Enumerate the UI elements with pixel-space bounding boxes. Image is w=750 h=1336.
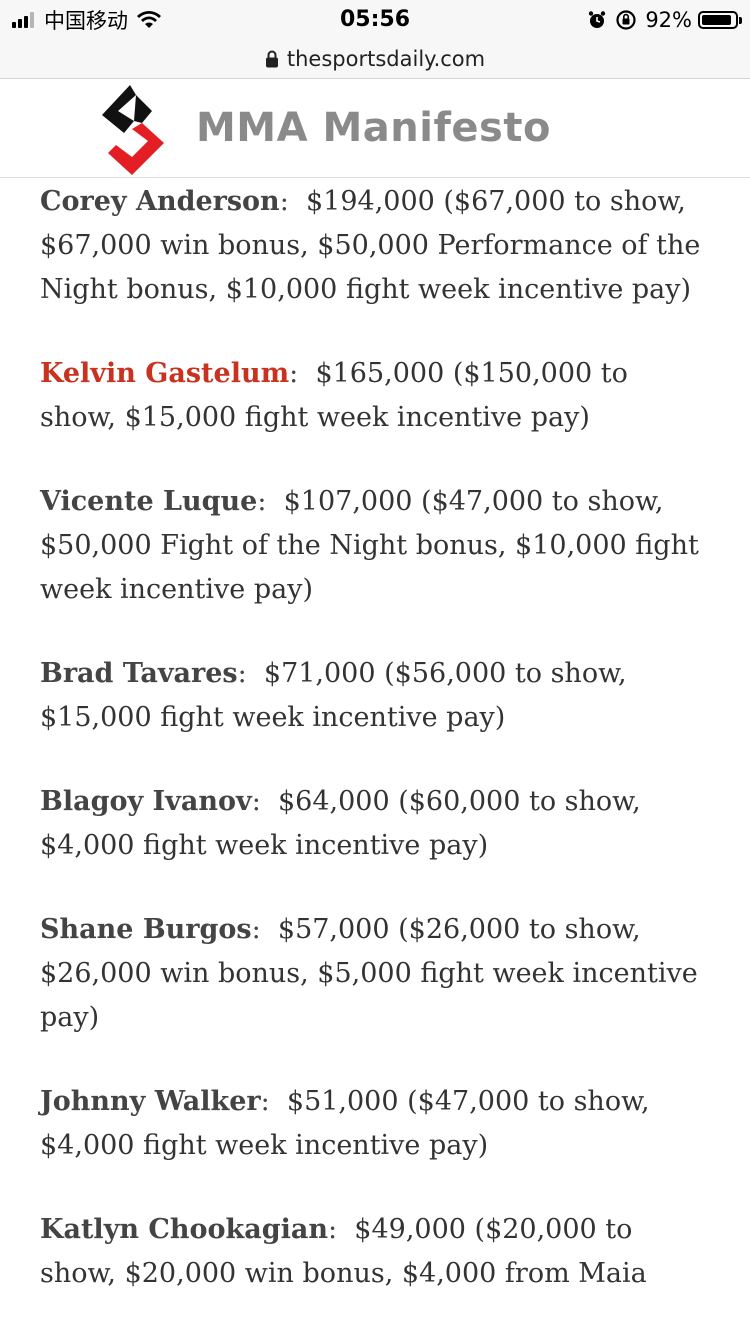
alarm-icon (589, 11, 606, 28)
orientation-lock-icon (616, 10, 636, 30)
payout-entry: Kelvin Gastelum: $165,000 ($150,000 to s… (40, 358, 628, 433)
article-body: Corey Anderson: $194,000 ($67,000 to sho… (40, 180, 710, 1336)
site-brand-title[interactable]: MMA Manifesto (196, 105, 551, 151)
url-text: thesportsdaily.com (286, 47, 486, 71)
fighter-name: Vicente Luque (40, 486, 258, 517)
fighter-name: Shane Burgos (40, 914, 252, 945)
fighter-name: Blagoy Ivanov (40, 786, 252, 817)
status-bar: 中国移动 05:56 92% (0, 0, 750, 40)
battery-fill (702, 15, 731, 25)
payout-entry: Katlyn Chookagian: $49,000 ($20,000 to s… (40, 1214, 647, 1289)
address-bar[interactable]: thesportsdaily.com (0, 40, 750, 79)
fighter-name: Corey Anderson (40, 186, 280, 217)
battery-icon (698, 11, 742, 29)
fighter-name: Brad Tavares (40, 658, 238, 689)
payout-entry: Vicente Luque: $107,000 ($47,000 to show… (40, 486, 699, 605)
site-header: MMA Manifesto (0, 79, 750, 178)
lock-icon (265, 50, 278, 68)
payout-entry: Corey Anderson: $194,000 ($67,000 to sho… (40, 186, 701, 305)
fighter-name: Johnny Walker (40, 1086, 261, 1117)
status-right: 92% (579, 7, 742, 33)
payout-entry: Brad Tavares: $71,000 ($56,000 to show, … (40, 658, 627, 733)
fighter-name-link[interactable]: Kelvin Gastelum (40, 358, 289, 389)
fighter-name: Katlyn Chookagian (40, 1214, 329, 1245)
mma-manifesto-logo-icon[interactable] (96, 83, 170, 177)
payout-entry: Shane Burgos: $57,000 ($26,000 to show, … (40, 914, 698, 1033)
payout-entry: Johnny Walker: $51,000 ($47,000 to show,… (40, 1086, 650, 1161)
battery-percent: 92% (645, 8, 692, 32)
payout-entry: Blagoy Ivanov: $64,000 ($60,000 to show,… (40, 786, 641, 861)
